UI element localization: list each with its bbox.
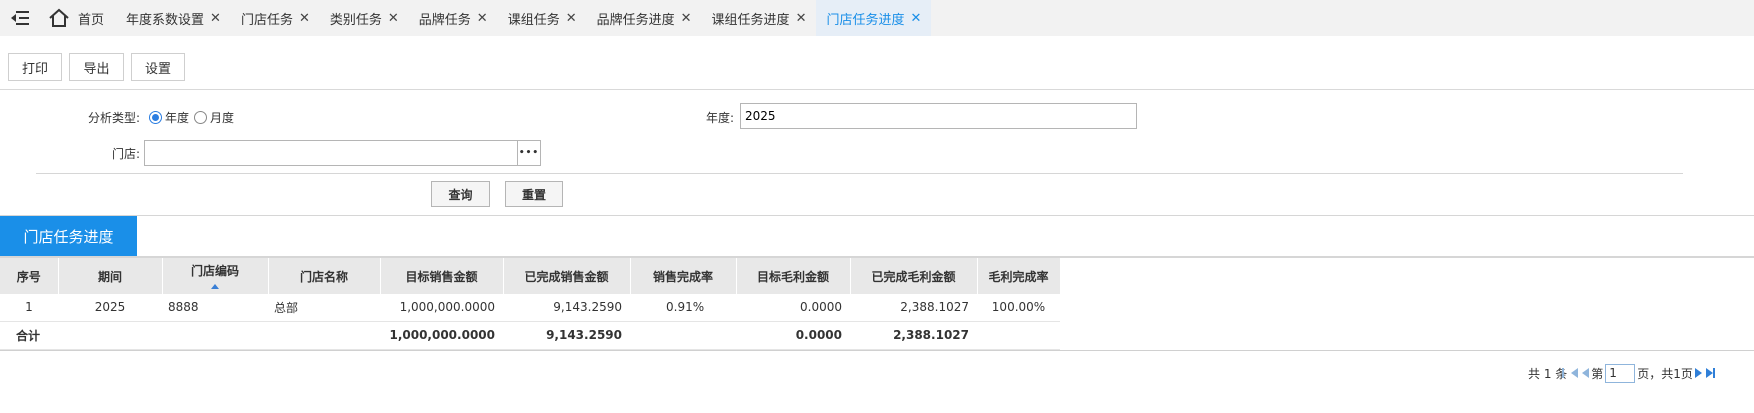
close-icon[interactable]: ✕	[477, 11, 488, 26]
pager-suffix: 页，共1页	[1637, 366, 1693, 381]
tab-home-label: 首页	[78, 12, 105, 28]
tab-label: 门店任务进度	[826, 12, 905, 28]
year-label: 年度:	[705, 111, 734, 125]
tab-category-task[interactable]: 类别任务 ✕	[320, 0, 409, 36]
close-icon[interactable]: ✕	[299, 11, 310, 26]
cell-sales-rate: 0.91%	[630, 294, 736, 322]
last-page-icon[interactable]	[1705, 368, 1715, 378]
total-row: 合计 1,000,000.0000 9,143.2590 0.0000 2,38…	[0, 321, 1060, 350]
store-label: 门店:	[111, 147, 140, 161]
tab-store-progress[interactable]: 门店任务进度 ✕	[816, 0, 932, 36]
query-button[interactable]: 查询	[431, 181, 490, 207]
first-page-icon[interactable]	[1562, 368, 1579, 378]
col-header-seq[interactable]: 序号	[0, 258, 59, 294]
radio-label: 年度	[165, 111, 190, 125]
close-icon[interactable]: ✕	[910, 11, 921, 26]
analysis-type-label: 分析类型:	[87, 111, 140, 125]
reset-button[interactable]: 重置	[505, 181, 563, 207]
col-header-target-sales[interactable]: 目标销售金额	[380, 258, 504, 294]
prev-page-icon[interactable]	[1582, 368, 1590, 378]
radio-dot	[149, 111, 162, 124]
total-empty	[162, 321, 268, 350]
tab-bar: 首页 年度系数设置 ✕ 门店任务 ✕ 类别任务 ✕ 品牌任务 ✕ 课组任务 ✕ …	[0, 0, 1754, 36]
form-divider	[36, 173, 1683, 174]
close-icon[interactable]: ✕	[681, 11, 692, 26]
cell-period: 2025	[58, 294, 162, 322]
cell-target-profit: 0.0000	[736, 294, 850, 322]
radio-annual[interactable]: 年度	[149, 109, 189, 126]
cell-store-name: 总部	[268, 294, 380, 322]
tab-group-task[interactable]: 课组任务 ✕	[498, 0, 587, 36]
pager-prefix: 第	[1591, 366, 1604, 381]
radio-label: 月度	[210, 111, 235, 125]
table-header-row: 序号 期间 门店编码 门店名称 目标销售金额 已完成销售金额 销售完成率 目标毛…	[0, 258, 1061, 294]
store-input[interactable]	[144, 140, 518, 166]
settings-button[interactable]: 设置	[131, 53, 185, 81]
tab-brand-task[interactable]: 品牌任务 ✕	[409, 0, 498, 36]
data-table: 序号 期间 门店编码 门店名称 目标销售金额 已完成销售金额 销售完成率 目标毛…	[0, 258, 1061, 350]
store-browse-button[interactable]: •••	[517, 140, 541, 166]
table-row[interactable]: 1 2025 8888 总部 1,000,000.0000 9,143.2590…	[0, 294, 1060, 322]
pager: 共 1 条 第 1 页，共1页	[1528, 363, 1715, 383]
close-icon[interactable]: ✕	[388, 11, 399, 26]
home-icon	[49, 8, 69, 27]
tab-label: 类别任务	[329, 12, 382, 28]
col-header-period[interactable]: 期间	[58, 258, 163, 294]
close-icon[interactable]: ✕	[566, 11, 577, 26]
cell-seq: 1	[0, 294, 58, 322]
col-header-target-profit[interactable]: 目标毛利金额	[736, 258, 851, 294]
tab-group-progress[interactable]: 课组任务进度 ✕	[702, 0, 817, 36]
export-button[interactable]: 导出	[69, 53, 124, 81]
total-completed-profit: 2,388.1027	[850, 321, 977, 350]
next-page-icon[interactable]	[1694, 368, 1702, 378]
year-input[interactable]: 2025	[740, 103, 1137, 129]
total-label: 合计	[0, 321, 58, 350]
col-header-completed-sales[interactable]: 已完成销售金额	[503, 258, 631, 294]
section-title: 门店任务进度	[0, 216, 137, 257]
total-target-profit: 0.0000	[736, 321, 850, 350]
total-completed-sales: 9,143.2590	[503, 321, 630, 350]
print-button[interactable]: 打印	[8, 53, 62, 81]
toolbar: 打印 导出 设置	[0, 45, 1754, 90]
tab-label: 品牌任务进度	[596, 12, 675, 28]
page-number-input[interactable]: 1	[1605, 363, 1636, 383]
total-empty	[630, 321, 736, 350]
col-header-completed-profit[interactable]: 已完成毛利金额	[850, 258, 978, 294]
total-empty	[268, 321, 380, 350]
cell-completed-sales: 9,143.2590	[503, 294, 630, 322]
cell-target-sales: 1,000,000.0000	[380, 294, 503, 322]
tab-annual-coefficient[interactable]: 年度系数设置 ✕	[116, 0, 231, 36]
radio-dot	[194, 111, 207, 124]
col-header-store-code[interactable]: 门店编码	[162, 258, 269, 294]
total-target-sales: 1,000,000.0000	[380, 321, 503, 350]
section-rule	[0, 215, 1754, 216]
col-header-label: 门店编码	[190, 263, 239, 278]
col-header-profit-rate[interactable]: 毛利完成率	[977, 258, 1061, 294]
cell-profit-rate: 100.00%	[977, 294, 1060, 322]
tab-store-task[interactable]: 门店任务 ✕	[231, 0, 320, 36]
tab-brand-progress[interactable]: 品牌任务进度 ✕	[587, 0, 702, 36]
total-empty	[977, 321, 1060, 350]
tab-label: 品牌任务	[418, 12, 471, 28]
close-icon[interactable]: ✕	[210, 11, 221, 26]
cell-store-code: 8888	[162, 294, 268, 322]
col-header-sales-rate[interactable]: 销售完成率	[630, 258, 737, 294]
tab-label: 课组任务进度	[711, 12, 790, 28]
tab-label: 门店任务	[240, 12, 293, 28]
menu-toggle-icon[interactable]	[0, 0, 40, 36]
total-empty	[58, 321, 162, 350]
sort-asc-icon	[211, 284, 219, 289]
close-icon[interactable]: ✕	[796, 11, 807, 26]
grid-bottom-rule	[0, 350, 1754, 351]
radio-monthly[interactable]: 月度	[194, 109, 234, 126]
col-header-store-name[interactable]: 门店名称	[268, 258, 381, 294]
cell-completed-profit: 2,388.1027	[850, 294, 977, 322]
tab-label: 年度系数设置	[126, 12, 205, 28]
tab-label: 课组任务	[507, 12, 560, 28]
tab-home[interactable]: 首页	[40, 0, 116, 36]
